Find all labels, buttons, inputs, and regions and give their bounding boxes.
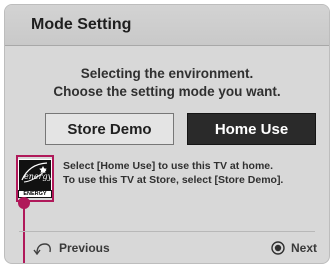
store-demo-button[interactable]: Store Demo: [45, 113, 174, 145]
mode-setting-dialog: Mode Setting Selecting the environment. …: [4, 4, 330, 264]
title-bar: Mode Setting: [5, 5, 329, 46]
message-line-2: Choose the setting mode you want.: [53, 84, 281, 99]
energy-star-highlight: [16, 155, 54, 202]
info-line-1: Select [Home Use] to use this TV at home…: [63, 160, 274, 172]
next-label: Next: [290, 241, 317, 255]
dialog-message: Selecting the environment. Choose the se…: [5, 65, 329, 101]
callout-pointer-line: [23, 202, 25, 263]
home-use-button[interactable]: Home Use: [187, 113, 316, 145]
message-line-1: Selecting the environment.: [80, 66, 254, 81]
next-button[interactable]: Next: [271, 241, 317, 255]
ok-button-icon: [271, 241, 285, 255]
footer-divider: [19, 231, 315, 232]
back-arrow-icon: [33, 243, 51, 255]
dialog-title: Mode Setting: [31, 16, 132, 33]
previous-button[interactable]: Previous: [33, 241, 110, 255]
mode-info-text: Select [Home Use] to use this TV at home…: [63, 159, 329, 187]
info-line-2: To use this TV at Store, select [Store D…: [63, 174, 284, 186]
callout-pointer-dot: [18, 197, 30, 209]
previous-label: Previous: [59, 241, 110, 255]
